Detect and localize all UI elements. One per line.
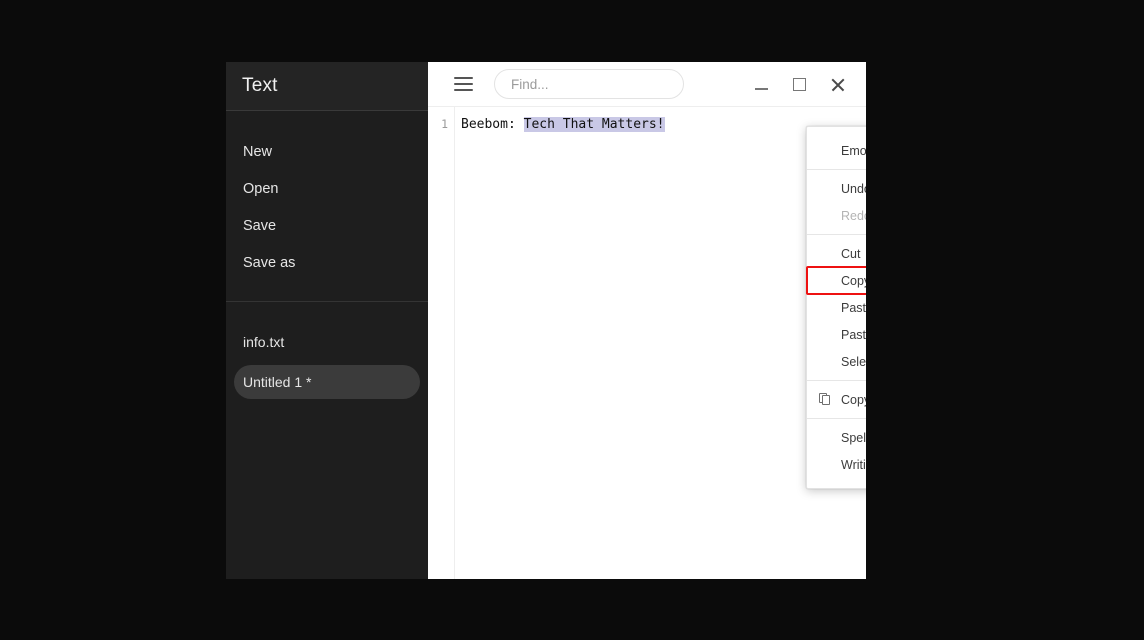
menu-item-redo: Redo Ctrl+Shift+Z xyxy=(807,202,866,229)
sidebar: Text New Open Save Save as info.txt Unti… xyxy=(226,62,428,579)
text-selection: Tech That Matters! xyxy=(523,117,665,132)
window-controls xyxy=(742,62,856,107)
menu-item-spell-check[interactable]: Spell check xyxy=(807,424,866,451)
file-list: info.txt Untitled 1 * xyxy=(226,302,428,405)
menu-item-label: Cut xyxy=(841,246,861,261)
menu-item-label: Copy to your device xyxy=(841,392,866,407)
editor-pane: Untitled 1 1 xyxy=(428,62,866,579)
text-plain: Beebom: xyxy=(461,117,524,132)
find-box[interactable] xyxy=(494,69,684,99)
list-item[interactable]: info.txt xyxy=(234,325,420,359)
maximize-icon xyxy=(792,78,806,91)
menu-item-label: Select all xyxy=(841,354,866,369)
copy-to-device-icon xyxy=(819,393,837,406)
app-title: Text xyxy=(242,75,278,96)
minimize-icon xyxy=(754,87,768,90)
minimize-button[interactable] xyxy=(742,62,780,107)
maximize-button[interactable] xyxy=(780,62,818,107)
menu-group: Emoji xyxy=(807,132,866,169)
menu-item-label: Redo xyxy=(841,208,866,223)
text-editor-window: Text New Open Save Save as info.txt Unti… xyxy=(226,62,866,579)
menu-item-copy-to-your-device[interactable]: Copy to your device xyxy=(807,386,866,413)
search-input[interactable] xyxy=(511,76,671,92)
menu-group: Cut Ctrl+X Copy Ctrl+C Paste Ctrl+V xyxy=(806,234,866,380)
sidebar-item-save[interactable]: Save xyxy=(226,207,428,244)
menu-item-paste[interactable]: Paste Ctrl+V xyxy=(807,294,866,321)
context-menu[interactable]: Emoji Undo Ctrl+Z Redo Ctrl+Shift+Z xyxy=(806,126,866,489)
menu-item-label: Undo xyxy=(841,181,866,196)
menu-item-label: Copy xyxy=(841,273,866,288)
menu-item-label: Emoji xyxy=(841,143,866,158)
text-area[interactable]: 1 Beebom: Tech That Matters! xyxy=(428,107,866,579)
menu-group: Copy to your device xyxy=(807,380,866,418)
menu-item-paste-as-plain-text[interactable]: Paste as plain text Ctrl+Shift+V xyxy=(807,321,866,348)
menu-item-writing-direction[interactable]: Writing Direction xyxy=(807,451,866,478)
menu-item-undo[interactable]: Undo Ctrl+Z xyxy=(807,175,866,202)
menu-item-select-all[interactable]: Select all Ctrl+A xyxy=(807,348,866,375)
close-icon xyxy=(830,77,845,92)
menu-item-cut[interactable]: Cut Ctrl+X xyxy=(807,240,866,267)
sidebar-item-open[interactable]: Open xyxy=(226,170,428,207)
code-content[interactable]: Beebom: Tech That Matters! xyxy=(455,107,866,579)
sidebar-actions: New Open Save Save as xyxy=(226,111,428,302)
menu-item-label: Spell check xyxy=(841,430,866,445)
sidebar-item-save-as[interactable]: Save as xyxy=(226,244,428,281)
menu-item-emoji[interactable]: Emoji xyxy=(807,137,866,164)
line-number-gutter: 1 xyxy=(428,107,455,579)
menu-item-label: Paste xyxy=(841,300,866,315)
menu-group: Undo Ctrl+Z Redo Ctrl+Shift+Z xyxy=(807,169,866,234)
sidebar-header: Text xyxy=(226,62,428,111)
menu-item-label: Paste as plain text xyxy=(841,327,866,342)
menu-item-copy[interactable]: Copy Ctrl+C xyxy=(807,267,866,294)
close-button[interactable] xyxy=(818,62,856,107)
screenshot-stage: Text New Open Save Save as info.txt Unti… xyxy=(0,0,1144,640)
sidebar-item-new[interactable]: New xyxy=(226,133,428,170)
menu-item-label: Writing Direction xyxy=(841,457,866,472)
menu-group: Spell check Writing Direction xyxy=(807,418,866,483)
line-number: 1 xyxy=(441,117,448,131)
titlebar: Untitled 1 xyxy=(428,62,866,107)
list-item[interactable]: Untitled 1 * xyxy=(234,365,420,399)
